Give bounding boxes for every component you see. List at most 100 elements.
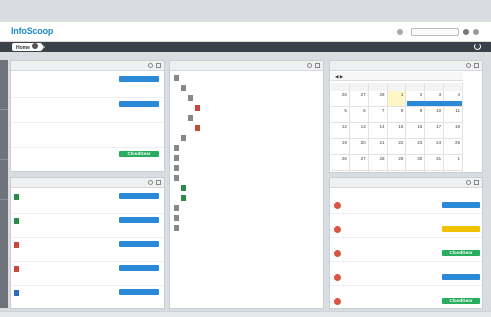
calendar-day[interactable]: 5 [331,107,350,123]
calendar-day[interactable]: 8 [387,107,407,123]
category-badge[interactable] [442,226,480,232]
sender-avatar[interactable] [334,274,341,281]
calendar-day[interactable]: 20 [349,139,369,155]
calendar-day[interactable]: 19 [331,139,350,155]
calendar-day[interactable]: 6 [406,171,426,172]
list-item[interactable] [330,262,482,286]
calendar-day[interactable]: 7 [368,107,388,123]
weekday-header [425,83,445,91]
widget-menu-icon[interactable] [315,63,320,68]
calendar-day[interactable]: 21 [368,139,388,155]
calendar-day[interactable]: 6 [349,107,369,123]
refresh-icon[interactable] [148,63,153,68]
calendar-day[interactable]: 31 [425,155,445,171]
list-item[interactable]: CloudGear [330,286,482,308]
portal-screen: InfoScoop Home + CloudGear ◀ ▶ 26 27 28 … [0,0,491,317]
calendar-day[interactable]: 9 [406,107,426,123]
category-badge[interactable] [119,289,159,295]
category-badge[interactable]: CloudGear [442,250,480,256]
refresh-icon[interactable] [474,43,481,50]
category-badge[interactable] [442,202,480,208]
calendar-day[interactable]: 29 [387,155,407,171]
sender-avatar[interactable] [334,250,341,257]
list-item[interactable] [11,214,164,238]
calendar-day[interactable]: 16 [406,123,426,139]
calendar-day[interactable]: 17 [425,123,445,139]
refresh-icon[interactable] [307,63,312,68]
list-item[interactable] [11,98,164,123]
calendar-event-bar[interactable] [407,101,462,106]
list-item[interactable] [11,190,164,214]
calendar-day[interactable]: 27 [349,91,369,107]
calendar-day[interactable]: 10 [425,107,445,123]
list-item[interactable] [11,262,164,286]
calendar-day[interactable]: 26 [331,91,350,107]
calendar-day[interactable]: 24 [425,139,445,155]
category-badge[interactable] [119,76,159,82]
rail-section[interactable] [0,60,8,110]
calendar-day[interactable]: 13 [349,123,369,139]
list-item[interactable] [330,190,482,214]
calendar-day[interactable]: 5 [388,171,407,172]
category-badge[interactable] [119,101,159,107]
calendar-day[interactable]: 22 [387,139,407,155]
calendar-day[interactable]: 2 [331,171,350,172]
calendar-day[interactable]: 15 [387,123,407,139]
list-item[interactable]: CloudGear [330,238,482,262]
sender-avatar[interactable] [334,202,341,209]
refresh-icon[interactable] [148,180,153,185]
search-icon[interactable] [463,29,469,35]
folder-icon [174,155,179,161]
calendar-day[interactable]: 1 [387,91,407,107]
calendar-day[interactable]: 3 [350,171,369,172]
list-item[interactable] [11,123,164,148]
folder-icon [174,165,179,171]
calendar-day[interactable]: 30 [406,155,426,171]
category-badge[interactable] [442,274,480,280]
sender-avatar[interactable] [334,298,341,305]
calendar-day[interactable]: 7 [425,171,445,172]
refresh-icon[interactable] [466,180,471,185]
refresh-icon[interactable] [466,63,471,68]
calendar-day[interactable]: 25 [444,139,463,155]
calendar-prev-next[interactable]: ◀ ▶ [335,74,343,80]
calendar-day[interactable]: 23 [406,139,426,155]
category-badge[interactable] [119,193,159,199]
widget-menu-icon[interactable] [474,180,479,185]
excel-file-icon [14,218,19,224]
widget-menu-icon[interactable] [156,180,161,185]
header-search-input[interactable] [411,28,459,36]
widget-menu-icon[interactable] [474,63,479,68]
infoscoop-logo[interactable]: InfoScoop [11,26,53,36]
add-tab-button[interactable]: + [40,42,45,52]
user-avatar[interactable] [397,29,403,35]
rail-section[interactable] [0,110,8,160]
rail-section[interactable] [0,160,8,200]
sender-avatar[interactable] [334,226,341,233]
list-item[interactable] [11,286,164,308]
calendar-day[interactable]: 12 [331,123,350,139]
list-item[interactable] [11,73,164,98]
list-item[interactable] [330,214,482,238]
calendar-day[interactable]: 18 [444,123,463,139]
list-item[interactable]: CloudGear [11,148,164,171]
calendar-day[interactable]: 27 [349,155,369,171]
left-rail[interactable] [0,60,8,308]
menu-icon[interactable] [473,29,479,35]
calendar-day[interactable]: 8 [444,171,463,172]
category-badge[interactable] [119,241,159,247]
calendar-day[interactable]: 14 [368,123,388,139]
calendar-day[interactable]: 1 [444,155,463,171]
category-badge[interactable] [119,217,159,223]
category-badge[interactable]: CloudGear [119,151,159,157]
calendar-day[interactable]: 28 [368,91,388,107]
list-item[interactable] [11,238,164,262]
calendar-day[interactable]: 4 [369,171,388,172]
calendar-day[interactable]: 28 [368,155,388,171]
tab-home[interactable]: Home [12,43,42,51]
calendar-day[interactable]: 26 [331,155,350,171]
calendar-day[interactable]: 11 [444,107,463,123]
widget-menu-icon[interactable] [156,63,161,68]
category-badge[interactable]: CloudGear [442,298,480,304]
category-badge[interactable] [119,265,159,271]
